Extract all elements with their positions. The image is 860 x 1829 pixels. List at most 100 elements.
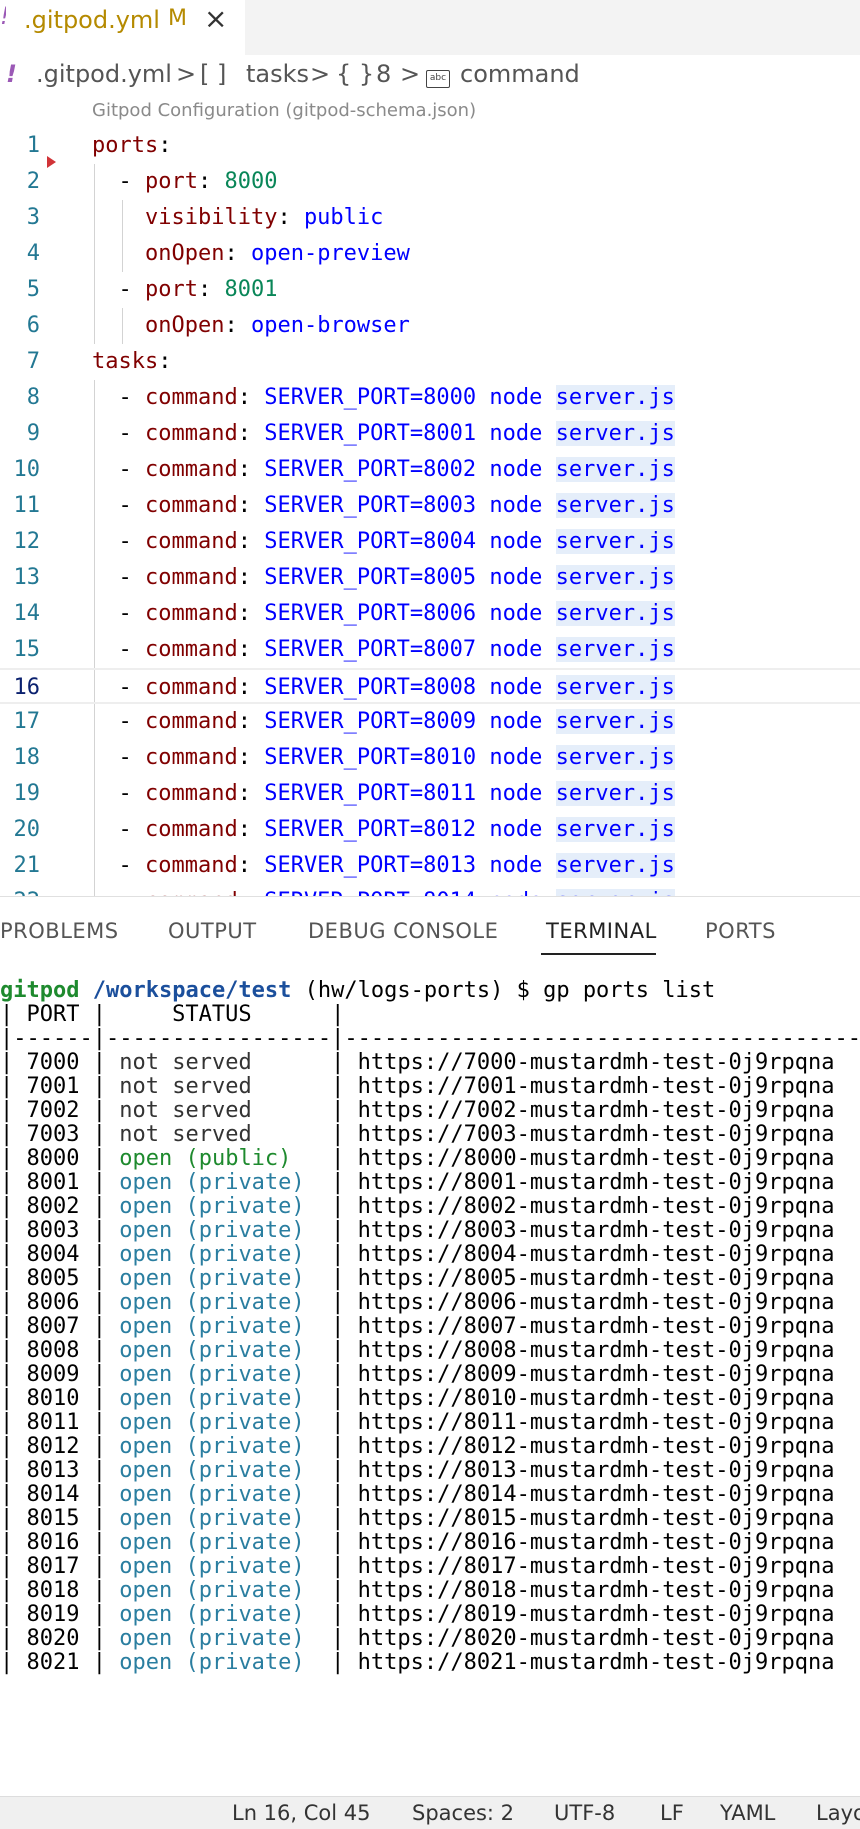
url-cell[interactable]: https://8009-mustardmh-test-0j9rpqna xyxy=(358,1362,835,1387)
cell-border: | xyxy=(0,1170,27,1195)
code-line[interactable]: 1 ports: xyxy=(0,128,860,164)
code-token: server.js xyxy=(555,565,675,590)
url-cell[interactable]: https://8001-mustardmh-test-0j9rpqna xyxy=(358,1170,835,1195)
url-cell[interactable]: https://8019-mustardmh-test-0j9rpqna xyxy=(358,1602,835,1627)
url-cell[interactable]: https://8021-mustardmh-test-0j9rpqna xyxy=(358,1650,835,1675)
code-line[interactable]: 4 onOpen: open-preview xyxy=(0,236,860,272)
code-line[interactable]: 22 - command: SERVER_PORT=8014 node serv… xyxy=(0,884,860,896)
modified-badge: M xyxy=(168,6,187,31)
code-token: server.js xyxy=(555,709,675,734)
status-cell: open (private) xyxy=(119,1602,305,1627)
tab-problems[interactable]: PROBLEMS xyxy=(0,919,119,943)
breadcrumb-tasks[interactable]: tasks xyxy=(246,60,309,88)
code-line[interactable]: 13 - command: SERVER_PORT=8005 node serv… xyxy=(0,560,860,596)
cell-border: | xyxy=(304,1506,358,1531)
code-token: command xyxy=(144,709,238,734)
url-cell[interactable]: https://8007-mustardmh-test-0j9rpqna xyxy=(358,1314,835,1339)
code-line[interactable]: 20 - command: SERVER_PORT=8012 node serv… xyxy=(0,812,860,848)
url-cell[interactable]: https://8015-mustardmh-test-0j9rpqna xyxy=(358,1506,835,1531)
tab-gitpod-yml[interactable]: ! .gitpod.yml M × xyxy=(0,0,245,55)
code-line[interactable]: 15 - command: SERVER_PORT=8007 node serv… xyxy=(0,632,860,668)
tab-output[interactable]: OUTPUT xyxy=(168,919,257,943)
port-cell: 8019 xyxy=(26,1602,80,1627)
code-text: - port: 8000 xyxy=(92,164,277,200)
layout-control[interactable]: Layo xyxy=(816,1801,860,1825)
tab-ports[interactable]: PORTS xyxy=(705,919,776,943)
code-token: command xyxy=(144,385,238,410)
status-cell: open (private) xyxy=(119,1218,305,1243)
code-line[interactable]: 19 - command: SERVER_PORT=8011 node serv… xyxy=(0,776,860,812)
code-line[interactable]: 2 - port: 8000 xyxy=(0,164,860,200)
status-cell: not served xyxy=(119,1098,252,1123)
breadcrumb-item[interactable]: 8 xyxy=(376,60,391,88)
cell-border: | xyxy=(79,1602,120,1627)
url-cell[interactable]: https://8020-mustardmh-test-0j9rpqna xyxy=(358,1626,835,1651)
code-token: command xyxy=(144,421,238,446)
url-cell[interactable]: https://8002-mustardmh-test-0j9rpqna xyxy=(358,1194,835,1219)
code-line[interactable]: 11 - command: SERVER_PORT=8003 node serv… xyxy=(0,488,860,524)
code-line[interactable]: 10 - command: SERVER_PORT=8002 node serv… xyxy=(0,452,860,488)
code-text: onOpen: open-preview xyxy=(92,236,410,272)
code-line[interactable]: 14 - command: SERVER_PORT=8006 node serv… xyxy=(0,596,860,632)
code-token: - xyxy=(92,169,145,194)
url-cell[interactable]: https://8017-mustardmh-test-0j9rpqna xyxy=(358,1554,835,1579)
cell-border: | xyxy=(79,1098,120,1123)
code-line[interactable]: 21 - command: SERVER_PORT=8013 node serv… xyxy=(0,848,860,884)
url-cell[interactable]: https://8010-mustardmh-test-0j9rpqna xyxy=(358,1386,835,1411)
port-cell: 8014 xyxy=(26,1482,80,1507)
code-line[interactable]: 5 - port: 8001 xyxy=(0,272,860,308)
code-text: - command: SERVER_PORT=8001 node server.… xyxy=(92,416,675,452)
url-cell[interactable]: https://8004-mustardmh-test-0j9rpqna xyxy=(358,1242,835,1267)
url-cell[interactable]: https://8008-mustardmh-test-0j9rpqna xyxy=(358,1338,835,1363)
url-cell[interactable]: https://8011-mustardmh-test-0j9rpqna xyxy=(358,1410,835,1435)
url-cell[interactable]: https://7002-mustardmh-test-0j9rpqna xyxy=(358,1098,835,1123)
breadcrumb-command[interactable]: command xyxy=(460,60,580,88)
close-icon[interactable]: × xyxy=(204,2,227,35)
url-cell[interactable]: https://7001-mustardmh-test-0j9rpqna xyxy=(358,1074,835,1099)
code-token: SERVER_PORT=8010 node xyxy=(264,745,556,770)
code-line[interactable]: 3 visibility: public xyxy=(0,200,860,236)
breadcrumb-file[interactable]: .gitpod.yml xyxy=(36,60,172,88)
url-cell[interactable]: https://8003-mustardmh-test-0j9rpqna xyxy=(358,1218,835,1243)
url-cell[interactable]: https://7003-mustardmh-test-0j9rpqna xyxy=(358,1122,835,1147)
url-cell[interactable]: https://8005-mustardmh-test-0j9rpqna xyxy=(358,1266,835,1291)
cell-border: | xyxy=(0,1266,27,1291)
code-line[interactable]: 9 - command: SERVER_PORT=8001 node serve… xyxy=(0,416,860,452)
terminal-output[interactable]: gitpod /workspace/test (hw/logs-ports) $… xyxy=(0,977,860,1797)
code-line[interactable]: 12 - command: SERVER_PORT=8004 node serv… xyxy=(0,524,860,560)
code-editor[interactable]: 1 ports: 2 - port: 8000 3 visibility: publi… xyxy=(0,128,860,896)
code-text: onOpen: open-browser xyxy=(92,308,410,344)
url-cell[interactable]: https://8006-mustardmh-test-0j9rpqna xyxy=(358,1290,835,1315)
url-cell[interactable]: https://8014-mustardmh-test-0j9rpqna xyxy=(358,1482,835,1507)
port-cell: 8001 xyxy=(26,1170,80,1195)
code-line[interactable]: 8 - command: SERVER_PORT=8000 node serve… xyxy=(0,380,860,416)
indentation[interactable]: Spaces: 2 xyxy=(412,1801,514,1825)
end-of-line[interactable]: LF xyxy=(660,1801,684,1825)
url-cell[interactable]: https://7000-mustardmh-test-0j9rpqna xyxy=(358,1050,835,1075)
url-cell[interactable]: https://8016-mustardmh-test-0j9rpqna xyxy=(358,1530,835,1555)
cell-border: | xyxy=(0,1218,27,1243)
tab-terminal[interactable]: TERMINAL xyxy=(546,919,657,943)
code-token: : xyxy=(158,349,172,374)
code-line[interactable]: 16 - command: SERVER_PORT=8008 node serv… xyxy=(0,668,860,704)
schema-codelens[interactable]: Gitpod Configuration (gitpod-schema.json… xyxy=(92,100,476,121)
language-mode[interactable]: YAML xyxy=(720,1801,775,1825)
code-text: - command: SERVER_PORT=8011 node server.… xyxy=(92,776,675,812)
code-line[interactable]: 7 tasks: xyxy=(0,344,860,380)
code-line[interactable]: 6 onOpen: open-browser xyxy=(0,308,860,344)
url-cell[interactable]: https://8018-mustardmh-test-0j9rpqna xyxy=(358,1578,835,1603)
url-cell[interactable]: https://8013-mustardmh-test-0j9rpqna xyxy=(358,1458,835,1483)
code-line[interactable]: 18 - command: SERVER_PORT=8010 node serv… xyxy=(0,740,860,776)
line-number: 3 xyxy=(26,205,40,230)
encoding[interactable]: UTF-8 xyxy=(554,1801,615,1825)
code-token: SERVER_PORT=8001 node xyxy=(264,421,556,446)
code-token: server.js xyxy=(555,781,675,806)
url-cell[interactable]: https://8012-mustardmh-test-0j9rpqna xyxy=(358,1434,835,1459)
tab-debug-console[interactable]: DEBUG CONSOLE xyxy=(308,919,498,943)
url-cell[interactable]: https://8000-mustardmh-test-0j9rpqna xyxy=(358,1146,835,1171)
code-line[interactable]: 17 - command: SERVER_PORT=8009 node serv… xyxy=(0,704,860,740)
cursor-position[interactable]: Ln 16, Col 45 xyxy=(232,1801,371,1825)
code-token: SERVER_PORT=8002 node xyxy=(264,457,556,482)
